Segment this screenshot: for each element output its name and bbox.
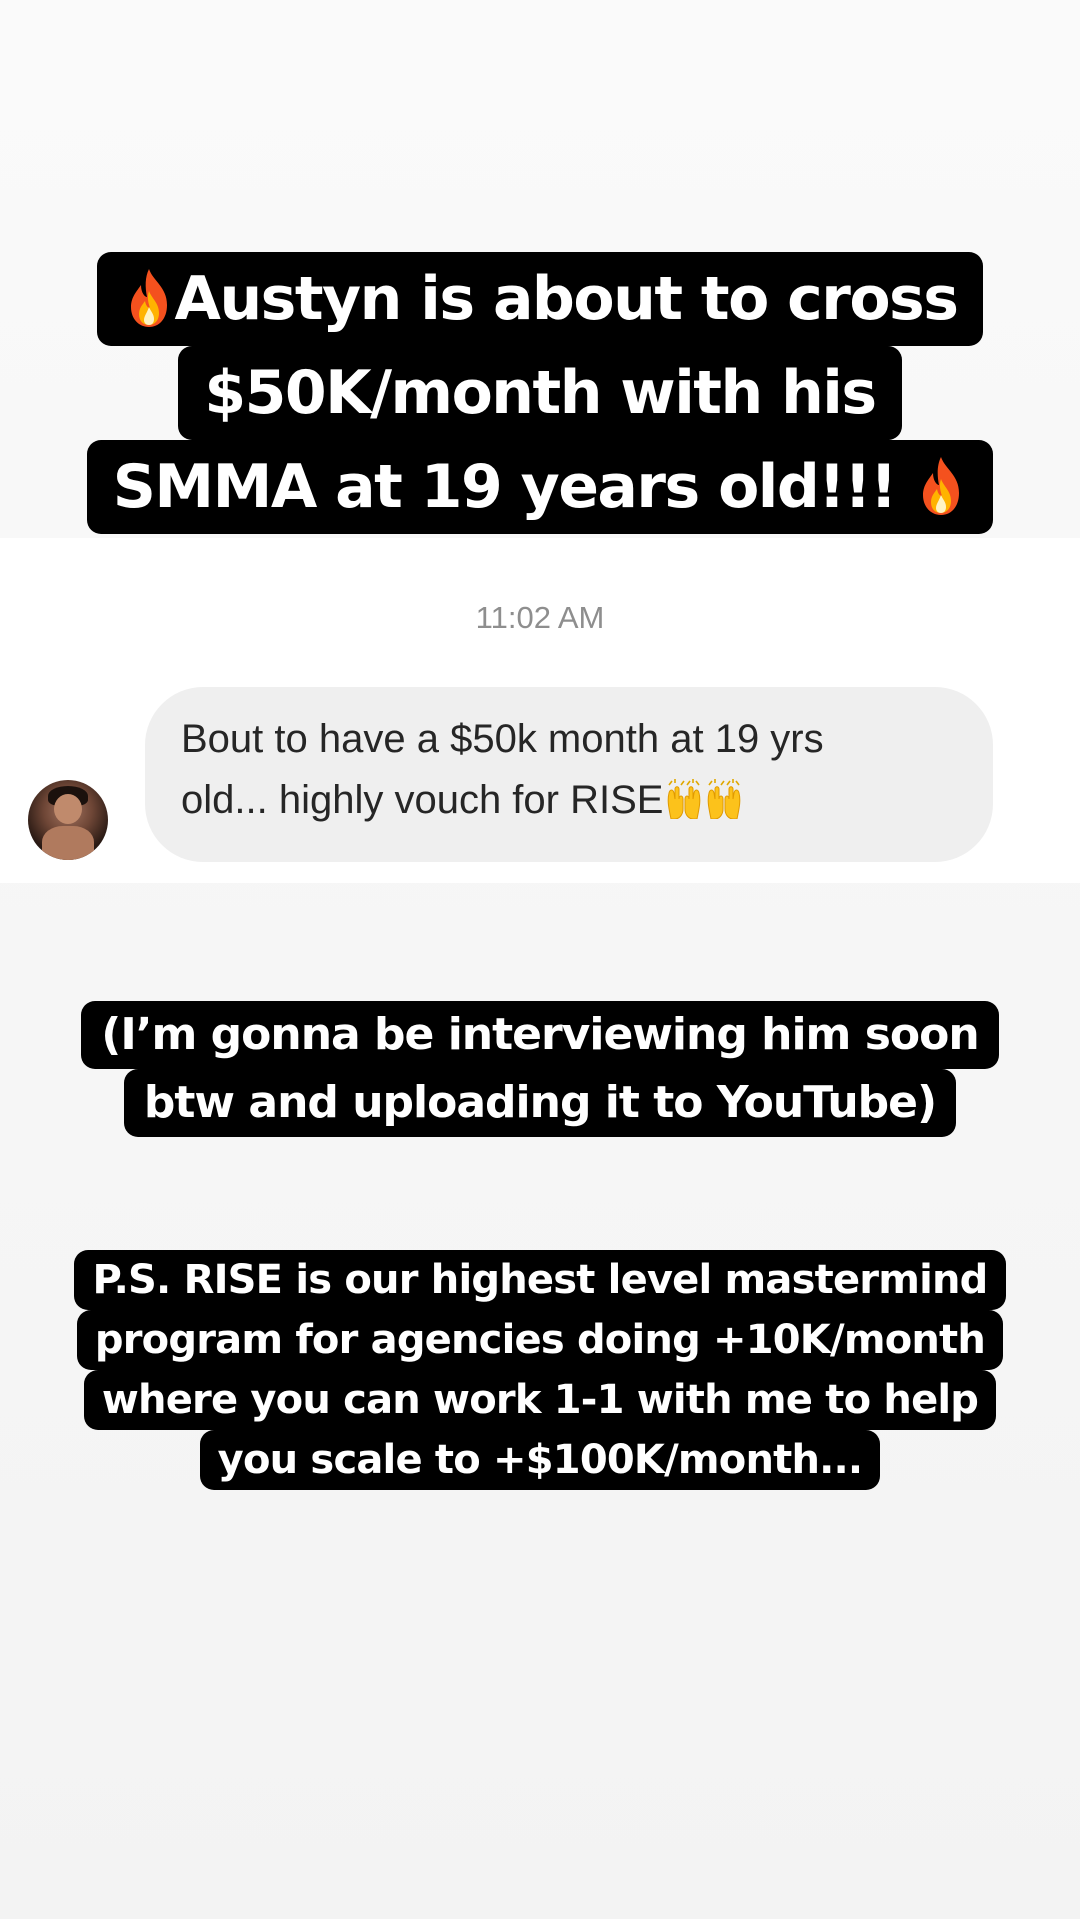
ps-line-3: where you can work 1-1 with me to help	[83, 1370, 997, 1430]
message-text: Bout to have a $50k month at 19 yrs old.…	[181, 709, 957, 831]
headline-caption: Austyn is about to cross $50K/month with…	[0, 252, 1080, 534]
headline-line-1: Austyn is about to cross	[96, 252, 984, 346]
message-timestamp: 11:02 AM	[475, 600, 605, 635]
sender-avatar[interactable]	[28, 780, 108, 860]
headline-line-2: $50K/month with his	[178, 346, 902, 440]
ps-line-4: you scale to +$100K/month...	[199, 1430, 881, 1490]
fire-icon	[130, 269, 167, 327]
headline-text-3: SMMA at 19 years old!!!	[112, 452, 898, 522]
note-line-2: btw and uploading it to YouTube)	[123, 1069, 957, 1137]
avatar-face	[54, 794, 82, 824]
ps-line-1: P.S. RISE is our highest level mastermin…	[74, 1250, 1006, 1310]
ps-caption: P.S. RISE is our highest level mastermin…	[0, 1250, 1080, 1490]
raising-hands-icon	[668, 779, 701, 819]
fire-icon	[923, 457, 960, 515]
interview-note-caption: (I’m gonna be interviewing him soon btw …	[0, 1001, 1080, 1137]
ps-line-2: program for agencies doing +10K/month	[76, 1310, 1004, 1370]
message-bubble[interactable]: Bout to have a $50k month at 19 yrs old.…	[145, 687, 993, 862]
story-canvas: Austyn is about to cross $50K/month with…	[0, 0, 1080, 1919]
headline-line-3: SMMA at 19 years old!!!	[86, 440, 994, 534]
message-line-2: old... highly vouch for RISE	[181, 778, 664, 822]
avatar-torso	[42, 826, 94, 860]
headline-text-2: $50K/month with his	[204, 358, 877, 428]
headline-text-1: Austyn is about to cross	[174, 264, 959, 334]
message-line-1: Bout to have a $50k month at 19 yrs	[181, 717, 824, 761]
note-line-1: (I’m gonna be interviewing him soon	[81, 1001, 999, 1069]
dm-screenshot: 11:02 AM Bout to have a $50k month at 19…	[0, 538, 1080, 883]
raising-hands-icon	[708, 779, 741, 819]
